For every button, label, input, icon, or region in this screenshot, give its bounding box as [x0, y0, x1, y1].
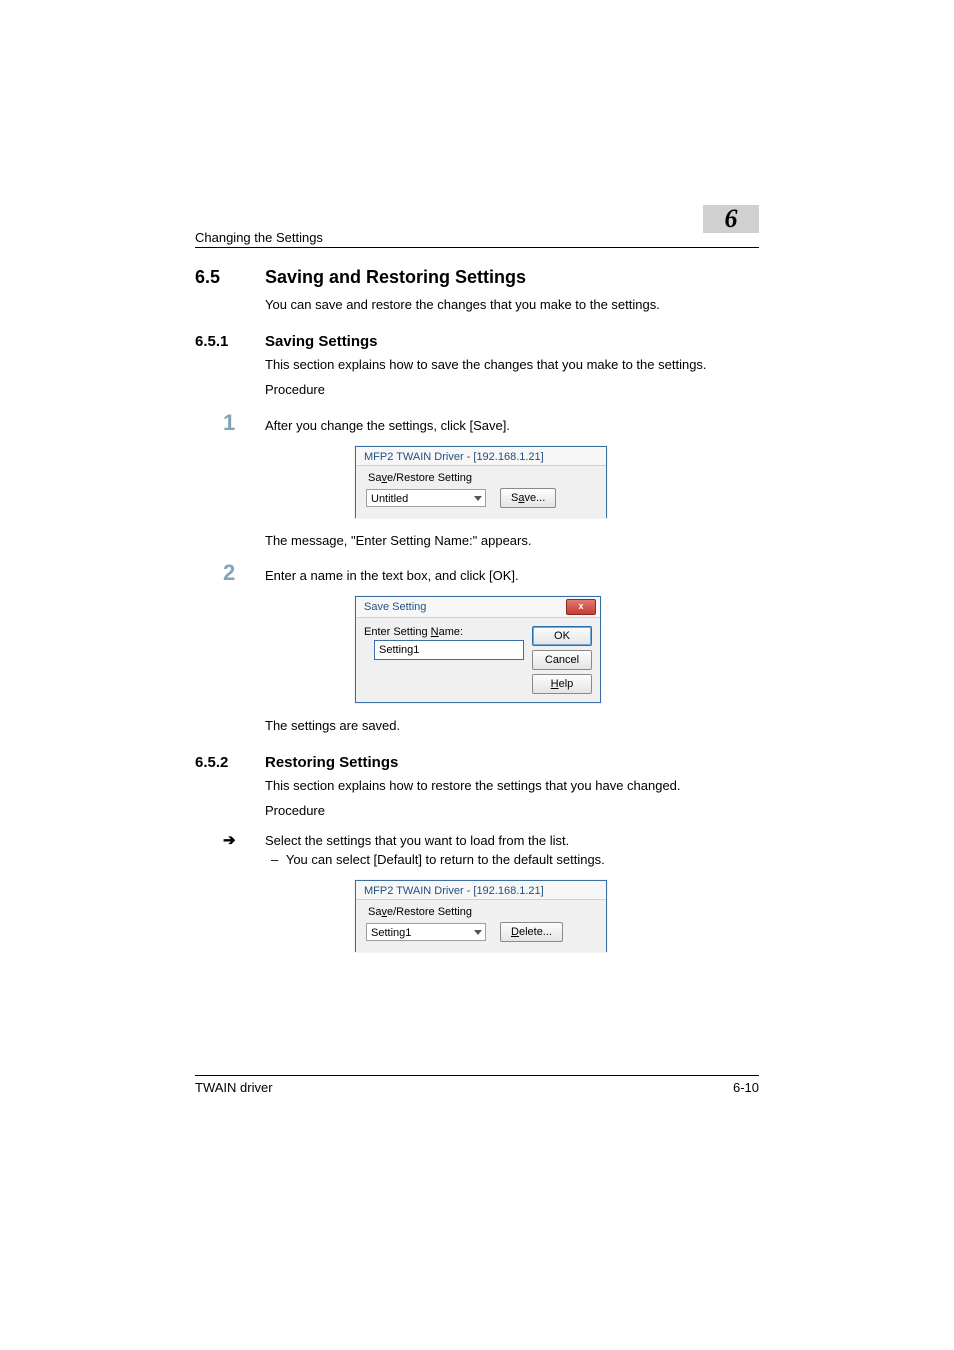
dialog-titlebar: Save Setting x: [356, 597, 600, 618]
label-part: e/Restore Setting: [387, 472, 472, 484]
dialog-body: Enter Setting Name: Setting1 OK Cancel H…: [356, 618, 600, 702]
dialog-left: Enter Setting Name: Setting1: [364, 626, 524, 694]
save-setting-dialog: Save Setting x Enter Setting Name: Setti…: [355, 596, 601, 703]
dialog-title: Save Setting: [364, 601, 426, 613]
figure-save-restore-save: MFP2 TWAIN Driver - [192.168.1.21] Save/…: [355, 446, 759, 518]
step-text: Select the settings that you want to loa…: [265, 833, 759, 848]
btn-part: elete...: [519, 926, 552, 938]
heading-title: Restoring Settings: [265, 754, 398, 771]
step-number: 1: [195, 410, 265, 436]
step-number: 2: [195, 560, 265, 586]
step-text: After you change the settings, click [Sa…: [265, 418, 759, 433]
page: Changing the Settings 6 6.5 Saving and R…: [0, 0, 954, 1350]
procedure-label: Procedure: [265, 381, 759, 400]
figure-save-restore-delete: MFP2 TWAIN Driver - [192.168.1.21] Save/…: [355, 880, 759, 952]
btn-part: elp: [559, 678, 574, 690]
heading-title: Saving Settings: [265, 333, 378, 350]
window-body: Save/Restore Setting Setting1 Delete...: [356, 900, 606, 952]
heading-6-5: 6.5 Saving and Restoring Settings: [195, 267, 759, 288]
twain-driver-window: MFP2 TWAIN Driver - [192.168.1.21] Save/…: [355, 446, 607, 518]
heading-6-5-1: 6.5.1 Saving Settings: [195, 333, 759, 350]
step-1: 1 After you change the settings, click […: [195, 410, 759, 436]
combo-value: Setting1: [371, 927, 411, 939]
step-text: Enter a name in the text box, and click …: [265, 568, 759, 583]
heading-number: 6.5.1: [195, 333, 265, 350]
heading-number: 6.5: [195, 267, 265, 288]
help-button[interactable]: Help: [532, 674, 592, 694]
setting-name-input[interactable]: Setting1: [374, 640, 524, 660]
heading-6-5-2: 6.5.2 Restoring Settings: [195, 754, 759, 771]
content-area: 6.5 Saving and Restoring Settings You ca…: [195, 255, 759, 966]
label-part: Sa: [368, 906, 381, 918]
section-intro: This section explains how to save the ch…: [265, 356, 759, 375]
arrow-step: ➔ Select the settings that you want to l…: [195, 831, 759, 849]
procedure-label: Procedure: [265, 802, 759, 821]
section-intro: You can save and restore the changes tha…: [265, 296, 759, 315]
step-result: The message, "Enter Setting Name:" appea…: [265, 532, 759, 551]
sub-note: You can select [Default] to return to th…: [285, 851, 759, 870]
delete-button[interactable]: Delete...: [500, 922, 563, 942]
window-title: MFP2 TWAIN Driver - [192.168.1.21]: [356, 881, 606, 900]
step-result: The settings are saved.: [265, 717, 759, 736]
heading-title: Saving and Restoring Settings: [265, 267, 526, 288]
section-intro: This section explains how to restore the…: [265, 777, 759, 796]
label-part: Enter Setting: [364, 626, 431, 638]
chapter-badge: 6: [703, 205, 759, 233]
arrow-icon: ➔: [195, 831, 265, 849]
btn-part: ve...: [524, 492, 545, 504]
step-2: 2 Enter a name in the text box, and clic…: [195, 560, 759, 586]
label-part: ame:: [439, 626, 463, 638]
groupbox-label: Save/Restore Setting: [368, 472, 596, 484]
window-title: MFP2 TWAIN Driver - [192.168.1.21]: [356, 447, 606, 466]
figure-save-setting-dialog: Save Setting x Enter Setting Name: Setti…: [355, 596, 759, 703]
running-head-rule: Changing the Settings: [195, 230, 759, 248]
groupbox-label: Save/Restore Setting: [368, 906, 596, 918]
twain-driver-window: MFP2 TWAIN Driver - [192.168.1.21] Save/…: [355, 880, 607, 952]
label-part: e/Restore Setting: [387, 906, 472, 918]
close-icon[interactable]: x: [566, 599, 596, 615]
page-footer: TWAIN driver 6-10: [195, 1075, 759, 1095]
setting-name-combo[interactable]: Setting1: [366, 923, 486, 941]
combo-value: Untitled: [371, 493, 408, 505]
setting-row: Untitled Save...: [366, 488, 596, 508]
setting-row: Setting1 Delete...: [366, 922, 596, 942]
footer-right: 6-10: [733, 1080, 759, 1095]
label-part: Sa: [368, 472, 381, 484]
btn-mnemonic: D: [511, 926, 519, 938]
save-button[interactable]: Save...: [500, 488, 556, 508]
dialog-buttons: OK Cancel Help: [532, 626, 592, 694]
btn-mnemonic: H: [551, 678, 559, 690]
setting-name-combo[interactable]: Untitled: [366, 489, 486, 507]
label-mnemonic: N: [431, 626, 439, 638]
ok-button[interactable]: OK: [532, 626, 592, 646]
heading-number: 6.5.2: [195, 754, 265, 771]
enter-name-label: Enter Setting Name:: [364, 626, 524, 638]
footer-left: TWAIN driver: [195, 1080, 273, 1095]
cancel-button[interactable]: Cancel: [532, 650, 592, 670]
running-head-text: Changing the Settings: [195, 230, 323, 245]
window-body: Save/Restore Setting Untitled Save...: [356, 466, 606, 518]
